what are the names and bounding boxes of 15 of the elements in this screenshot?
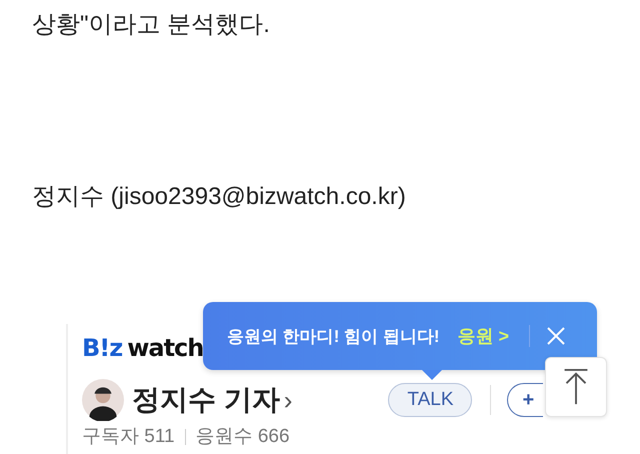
scroll-top-button[interactable]	[545, 357, 607, 417]
reporter-name[interactable]: 정지수 기자	[132, 381, 280, 419]
chevron-icon[interactable]: ›	[284, 384, 292, 416]
logo-mark: B!z	[82, 334, 122, 362]
byline: 정지수 (jisoo2393@bizwatch.co.kr)	[31, 182, 407, 212]
stat-text: 응원수 666	[196, 426, 290, 448]
logo-word: watch	[127, 334, 204, 362]
stat-text: 구독자 511	[82, 426, 175, 448]
avatar-icon	[82, 379, 124, 421]
tooltip-pointer	[422, 370, 442, 380]
subscribe-button[interactable]: +	[507, 383, 544, 417]
talk-button[interactable]: TALK	[388, 383, 472, 417]
close-icon[interactable]	[546, 326, 566, 346]
tooltip-message: 응원의 한마디! 힘이 됩니다!	[227, 326, 440, 348]
article-text: 상황"이라고 분석했다.	[31, 10, 271, 40]
